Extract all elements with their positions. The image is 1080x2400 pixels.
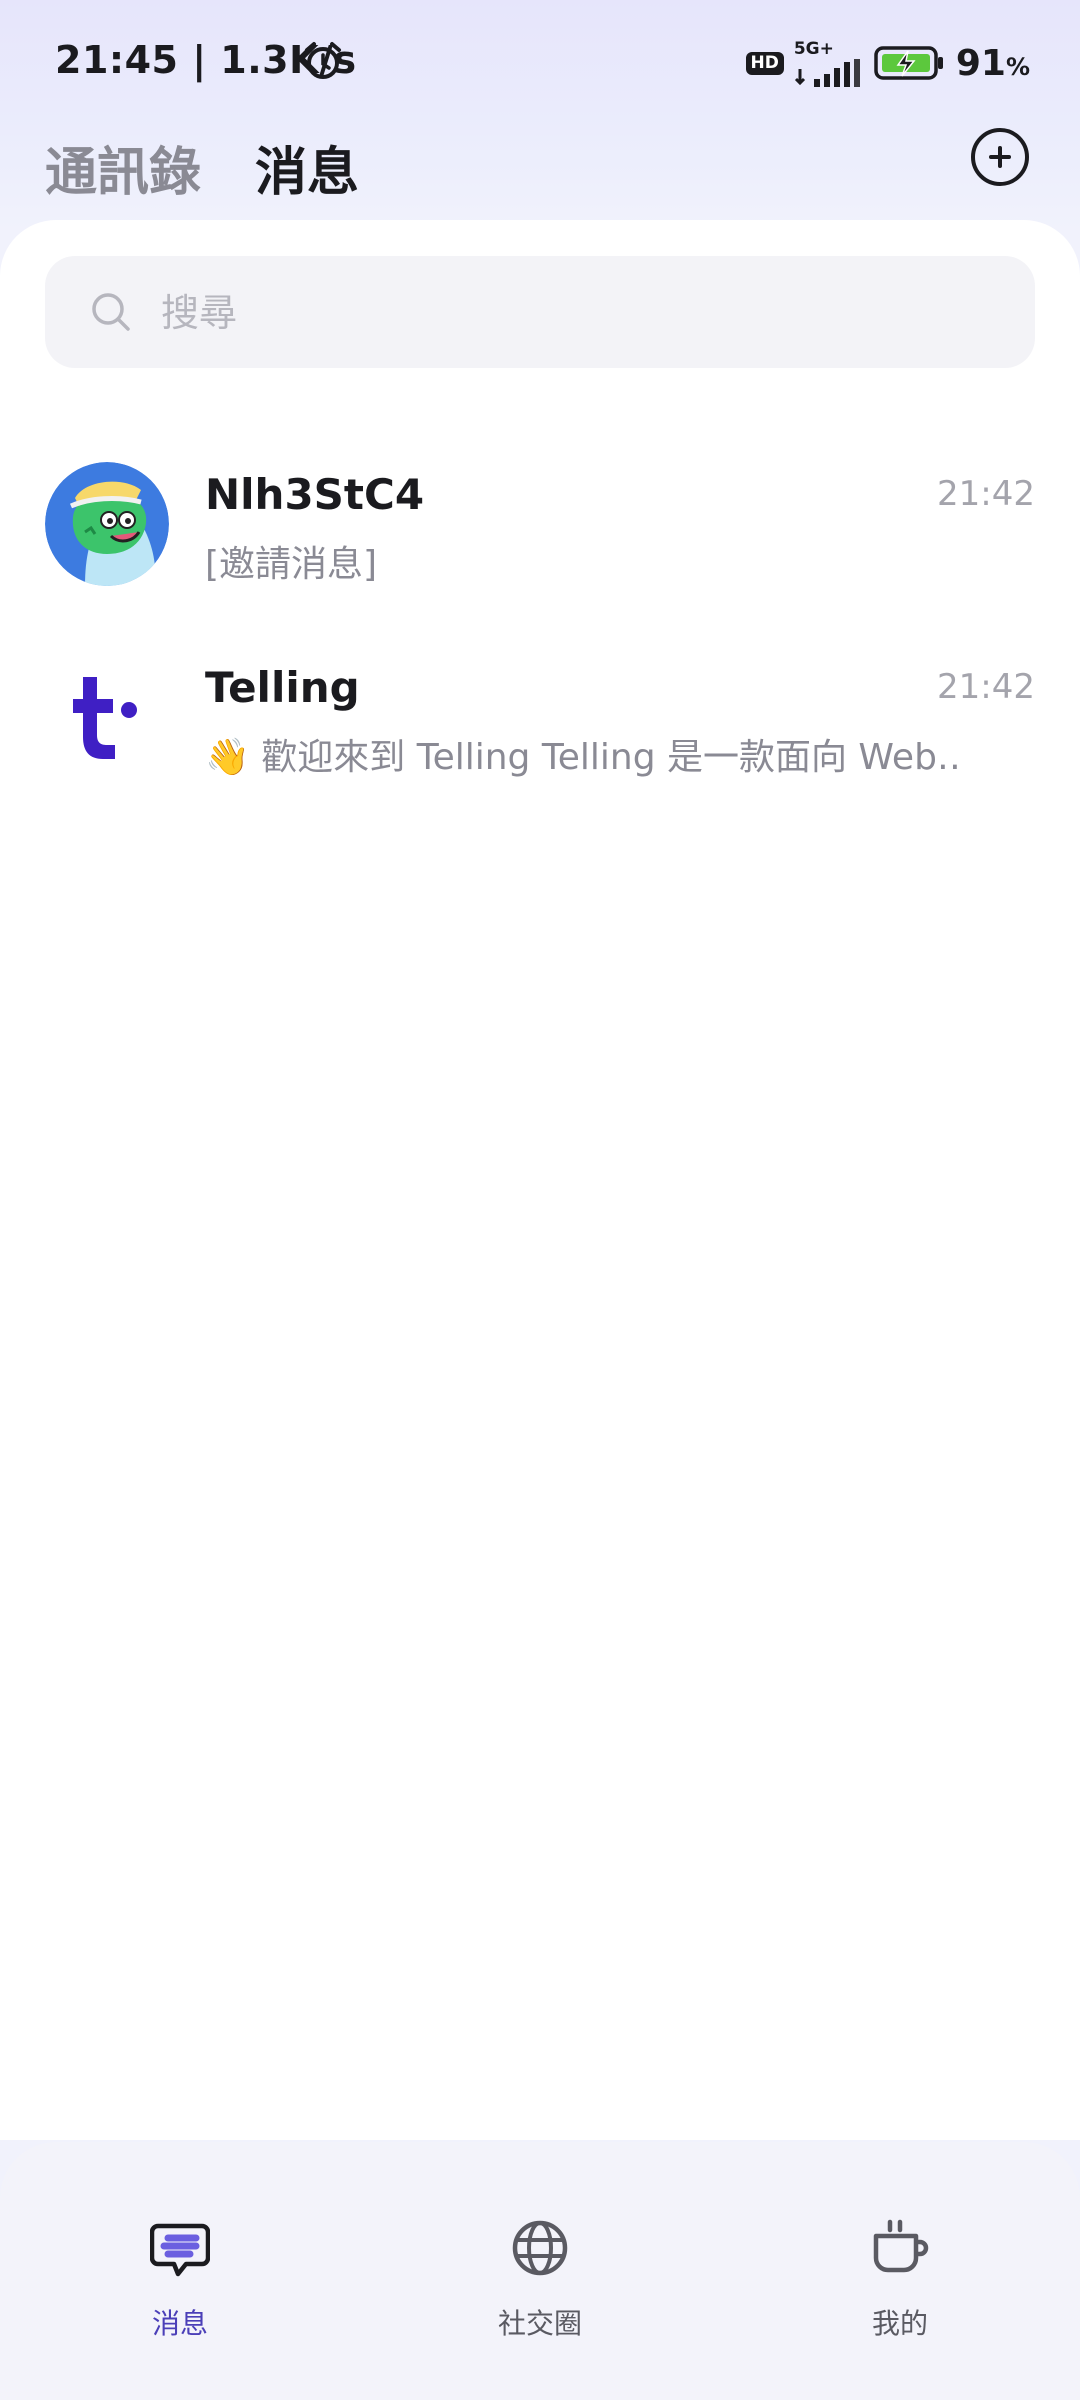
- status-bar: 21:45 | 1.3K/s HD 5G+ 91%: [0, 0, 1080, 125]
- hd-badge: HD: [745, 51, 784, 75]
- avatar: [45, 462, 169, 586]
- nav-me[interactable]: 我的: [810, 2218, 990, 2348]
- chat-item-telling[interactable]: Telling 21:42 👋 歡迎來到 Telling Telling 是一款…: [0, 625, 1080, 805]
- network-type: 5G+: [793, 39, 834, 59]
- telling-logo-avatar: [45, 655, 169, 779]
- status-indicators: HD 5G+ 91%: [745, 38, 1030, 88]
- tab-messages[interactable]: 消息: [255, 130, 359, 205]
- battery-percentage: 91%: [955, 42, 1030, 84]
- chat-bubble-icon: [150, 2223, 210, 2277]
- battery-icon: [874, 46, 943, 80]
- chat-preview: 👋 歡迎來到 Telling Telling 是一款面向 Web‥: [205, 737, 961, 778]
- chat-time: 21:42: [937, 667, 1035, 707]
- chat-item-nlh3stc4[interactable]: Nlh3StC4 21:42 [邀請消息]: [0, 432, 1080, 612]
- alarm-icon: [305, 42, 341, 79]
- nav-social-circle[interactable]: 社交圈: [450, 2218, 630, 2348]
- globe-icon: [512, 2220, 568, 2276]
- nav-messages[interactable]: 消息: [90, 2218, 270, 2348]
- nav-label: 我的: [871, 2307, 928, 2340]
- tab-contacts[interactable]: 通訊錄: [45, 130, 201, 205]
- chat-name: Nlh3StC4: [205, 470, 425, 519]
- message-list-panel: Nlh3StC4 21:42 [邀請消息] Telling 21:42 👋 歡迎…: [0, 220, 1080, 2140]
- search-input[interactable]: [159, 256, 983, 370]
- signal-icon: 5G+: [793, 39, 864, 87]
- nav-label: 消息: [151, 2307, 208, 2340]
- chat-name: Telling: [205, 663, 360, 712]
- search-bar[interactable]: [45, 256, 1035, 370]
- add-button[interactable]: [971, 128, 1029, 186]
- chat-preview: [邀請消息]: [205, 544, 378, 585]
- search-icon: [92, 293, 130, 331]
- bottom-navigation: 消息 社交圈 我的: [0, 2142, 1080, 2400]
- chat-time: 21:42: [937, 474, 1035, 514]
- header: 通訊錄 消息: [0, 120, 1080, 220]
- nav-label: 社交圈: [497, 2307, 582, 2340]
- coffee-cup-icon: [873, 2219, 929, 2273]
